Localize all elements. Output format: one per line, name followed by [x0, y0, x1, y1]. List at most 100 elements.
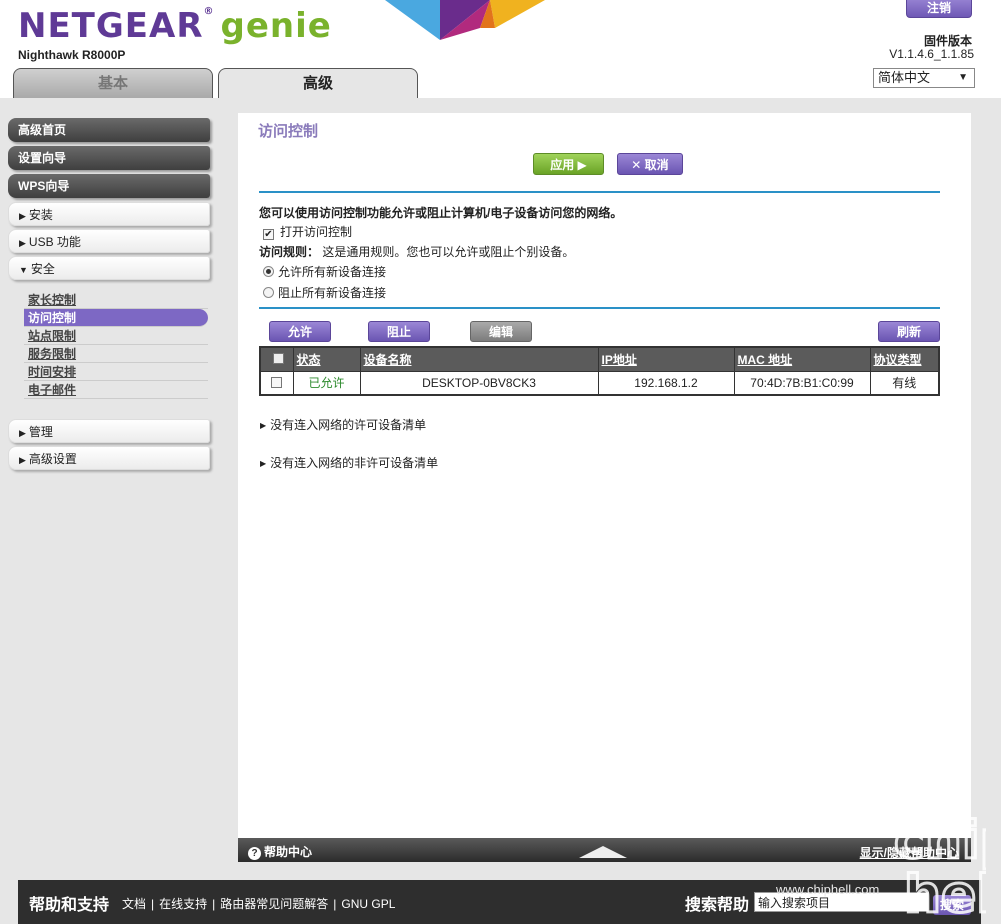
sidebar-item-parental-control[interactable]: 家长控制: [24, 291, 208, 309]
sidebar-item-schedule[interactable]: 时间安排: [24, 363, 208, 381]
sidebar-item-label: 管理: [28, 425, 53, 439]
footer: 帮助和支持 文档 | 在线支持 | 路由器常见问题解答 | GNU GPL 搜索帮助 输入搜…: [18, 880, 981, 924]
firmware-version: V1.1.4.6_1.1.85: [889, 47, 974, 61]
col-status[interactable]: 状态: [292, 346, 361, 372]
expand-arrow-icon[interactable]: [579, 846, 627, 858]
language-value: 简体中文: [878, 70, 931, 85]
chevron-down-icon: ▼: [958, 72, 968, 83]
triangle-right-icon: ▶: [260, 421, 267, 430]
footer-link-docs[interactable]: 文档: [122, 897, 146, 911]
triangle-right-icon: ▶: [19, 211, 26, 221]
sidebar-item-label: 高级设置: [28, 452, 77, 466]
blocked-not-connected-toggle[interactable]: ▶ 没有连入网络的非许可设备清单: [260, 454, 438, 471]
brand-suffix: genie: [220, 6, 332, 46]
col-mac[interactable]: MAC 地址: [733, 346, 871, 372]
access-rule-row: 访问规则： 这是通用规则。您也可以允许或阻止个别设备。: [259, 243, 574, 260]
block-button[interactable]: 阻止: [368, 321, 430, 342]
help-bar: ? 帮助中心 显示/隐藏帮助中心: [238, 838, 971, 862]
select-all-cell: [259, 346, 294, 372]
main-content: 访问控制 应用 ▶ ✕ 取消 您可以使用访问控制功能允许或阻止计算机/电子设备访…: [238, 113, 971, 838]
apply-button[interactable]: 应用 ▶: [533, 153, 604, 175]
blocked-not-connected-label: 没有连入网络的非许可设备清单: [270, 456, 439, 470]
footer-link-online-support[interactable]: 在线支持: [159, 897, 207, 911]
help-center-link[interactable]: ? 帮助中心: [248, 843, 312, 860]
divider: [259, 191, 940, 193]
ip-cell: 192.168.1.2: [597, 370, 735, 396]
help-center-label: 帮助中心: [264, 845, 313, 859]
device-name-cell: DESKTOP-0BV8CK3: [359, 370, 599, 396]
sidebar-item-label: 安全: [30, 262, 55, 276]
allow-all-radio[interactable]: [263, 266, 274, 277]
enable-access-control-row: ✔ 打开访问控制: [263, 223, 352, 240]
conn-type-cell: 有线: [869, 370, 940, 396]
sidebar-item-usb[interactable]: ▶ USB 功能: [8, 229, 210, 253]
allow-all-label: 允许所有新设备连接: [278, 265, 387, 279]
status-cell: 已允许: [292, 370, 361, 396]
separator: |: [212, 897, 216, 911]
sidebar-item-block-services[interactable]: 服务限制: [24, 345, 208, 363]
allow-button[interactable]: 允许: [269, 321, 331, 342]
refresh-button[interactable]: 刷新: [878, 321, 940, 342]
sidebar-item-label: 安装: [28, 208, 53, 222]
search-help-label: 搜索帮助: [685, 897, 750, 914]
divider: [259, 307, 940, 309]
table-row: 已允许 DESKTOP-0BV8CK3 192.168.1.2 70:4D:7B…: [259, 370, 940, 396]
header: NETGEAR® genie Nighthawk R8000P 注销 固件版本 V…: [0, 0, 1001, 98]
col-conn-type[interactable]: 协议类型: [869, 346, 940, 372]
table-header-row: 状态 设备名称 IP地址 MAC 地址 协议类型: [259, 346, 940, 372]
sidebar-item-install[interactable]: ▶ 安装: [8, 202, 210, 226]
mac-cell: 70:4D:7B:B1:C0:99: [733, 370, 871, 396]
select-all-checkbox[interactable]: [272, 353, 284, 365]
tab-advanced[interactable]: 高级: [218, 68, 418, 98]
col-device-name[interactable]: 设备名称: [359, 346, 599, 372]
device-table: 状态 设备名称 IP地址 MAC 地址 协议类型 已允许 DESKTOP-0BV…: [259, 346, 940, 396]
edit-button[interactable]: 编辑: [470, 321, 532, 342]
sidebar-item-access-control[interactable]: 访问控制: [24, 309, 208, 327]
sidebar-item-wps-wizard[interactable]: WPS向导: [8, 174, 210, 198]
allowed-not-connected-toggle[interactable]: ▶ 没有连入网络的许可设备清单: [260, 416, 426, 433]
enable-access-control-label: 打开访问控制: [280, 225, 353, 239]
triangle-down-icon: ▼: [19, 265, 28, 275]
sidebar-item-manage[interactable]: ▶ 管理: [8, 419, 210, 443]
enable-access-control-checkbox[interactable]: ✔: [263, 229, 274, 240]
separator: |: [151, 897, 155, 911]
logout-button[interactable]: 注销: [906, 0, 972, 18]
search-button[interactable]: 搜索: [933, 895, 971, 915]
footer-title: 帮助和支持: [29, 897, 110, 914]
router-model: Nighthawk R8000P: [18, 48, 126, 62]
intro-text: 您可以使用访问控制功能允许或阻止计算机/电子设备访问您的网络。: [259, 206, 623, 220]
col-ip[interactable]: IP地址: [597, 346, 735, 372]
help-icon: ?: [248, 847, 261, 860]
show-hide-help-link[interactable]: 显示/隐藏帮助中心: [860, 844, 959, 861]
row-checkbox[interactable]: [271, 376, 283, 388]
block-all-label: 阻止所有新设备连接: [278, 286, 387, 300]
sidebar-item-advanced-home[interactable]: 高级首页: [8, 118, 210, 142]
block-all-radio[interactable]: [263, 287, 274, 298]
sidebar-item-email[interactable]: 电子邮件: [24, 381, 208, 399]
header-decoration-graphic: [385, 0, 545, 40]
search-input[interactable]: 输入搜索项目: [754, 892, 929, 912]
netgear-genie-logo: NETGEAR® genie: [18, 6, 332, 46]
triangle-right-icon: ▶: [19, 428, 26, 438]
footer-links: 文档 | 在线支持 | 路由器常见问题解答 | GNU GPL: [122, 895, 395, 912]
row-select-cell: [259, 370, 294, 396]
access-rule-text: 这是通用规则。您也可以允许或阻止个别设备。: [322, 245, 575, 259]
brand-name: NETGEAR: [18, 6, 204, 46]
triangle-right-icon: ▶: [19, 455, 26, 465]
cancel-button[interactable]: ✕ 取消: [617, 153, 683, 175]
allowed-not-connected-label: 没有连入网络的许可设备清单: [270, 418, 427, 432]
tab-basic[interactable]: 基本: [13, 68, 213, 98]
triangle-right-icon: ▶: [19, 238, 26, 248]
page-title: 访问控制: [258, 123, 319, 140]
language-select[interactable]: 简体中文 ▼: [873, 68, 975, 88]
sidebar-item-security[interactable]: ▼ 安全: [8, 256, 210, 280]
footer-link-faq[interactable]: 路由器常见问题解答: [220, 897, 328, 911]
sidebar-item-block-sites[interactable]: 站点限制: [24, 327, 208, 345]
footer-link-gpl[interactable]: GNU GPL: [341, 897, 395, 911]
radio-allow-row: 允许所有新设备连接: [263, 263, 386, 280]
sidebar-item-label: USB 功能: [28, 235, 81, 249]
access-rule-label: 访问规则：: [259, 245, 320, 259]
sidebar-item-advanced-settings[interactable]: ▶ 高级设置: [8, 446, 210, 470]
sidebar: 高级首页 设置向导 WPS向导 ▶ 安装 ▶ USB 功能 ▼ 安全 家长控制 访问控…: [8, 118, 210, 473]
sidebar-item-setup-wizard[interactable]: 设置向导: [8, 146, 210, 170]
